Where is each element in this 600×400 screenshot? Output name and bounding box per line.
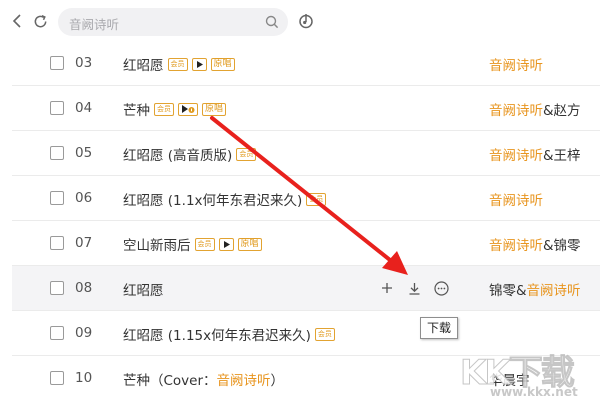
watermark: KK下载 www.kkx.net: [460, 345, 600, 400]
watermark-url: www.kkx.net: [490, 385, 578, 399]
annotation-arrow: [210, 116, 408, 275]
